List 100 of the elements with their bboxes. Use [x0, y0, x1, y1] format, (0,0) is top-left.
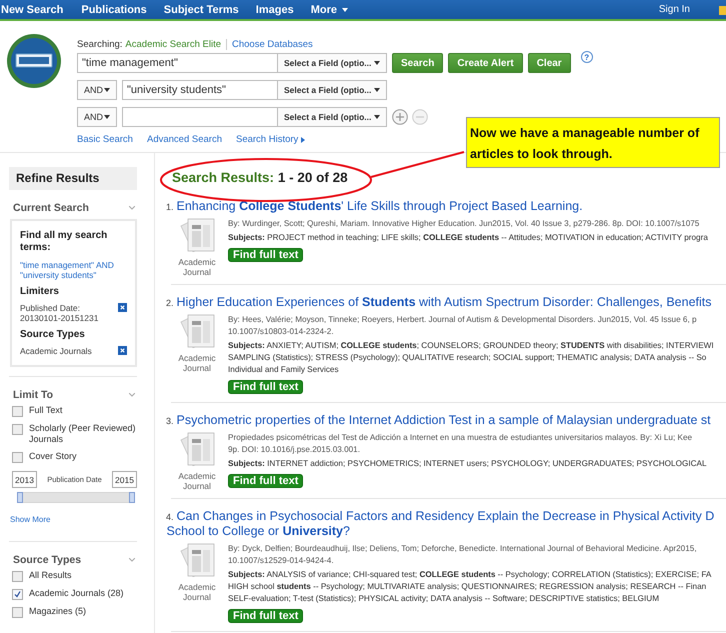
nav-menu[interactable]: More: [310, 4, 348, 16]
nav-link[interactable]: New Search: [1, 4, 64, 16]
caret-icon: [342, 8, 348, 12]
checkbox-label: Academic Journals (28): [29, 588, 124, 599]
search-mode-link[interactable]: Basic Search: [77, 134, 133, 145]
publication-type: Academic Journal: [177, 471, 217, 491]
publication-type: Academic Journal: [177, 582, 217, 602]
checkbox-label: Scholarly (Peer Reviewed) Journals: [29, 423, 137, 445]
results-count: 1 - 20 of 28: [278, 170, 348, 185]
result-number: 3.: [166, 416, 174, 426]
result-title-link[interactable]: Higher Education Experiences of Students with Autism Spectrum Disorder: Challenges, Benefits: [176, 295, 712, 310]
subjects-text: SELF-evaluation; T-test (Statistics); PHYSICAL activity; DATA analysis -- Software; DESCRIPTIVE statistics; BELGIUM: [228, 593, 660, 605]
document-icon: [179, 314, 215, 348]
subjects-text: Subjects: ANALYSIS of variance; CHI-squared test; COLLEGE students -- Psychology; CORRELATION (Statistics); EXERCISE; FA: [228, 569, 712, 581]
find-full-text-button[interactable]: Find full text: [228, 474, 304, 488]
search-mode-link[interactable]: Search History: [236, 134, 306, 145]
callout-note: Now we have a manageable number of articles to look through.: [466, 117, 720, 168]
search-button[interactable]: Clear: [528, 53, 571, 73]
searching-label: Searching:: [77, 38, 122, 50]
result-number: 2.: [166, 298, 174, 308]
find-full-text-button[interactable]: Find full text: [228, 380, 304, 394]
subjects-text: Individual and Family Services: [228, 364, 340, 376]
publication-type: Academic Journal: [177, 353, 217, 373]
refine-results-title: Refine Results: [9, 167, 137, 190]
search-mode-link[interactable]: Advanced Search: [146, 134, 222, 145]
subjects-text: SAMPLING (Statistics); STRESS (Psychology); QUALITATIVE research; SOCIAL support; THEMATIC analysis; DATA analysis -- So: [228, 352, 708, 364]
sign-in-link[interactable]: Sign In: [658, 4, 690, 15]
terms-label: Find all my search terms:: [20, 230, 108, 254]
document-icon: [179, 543, 215, 577]
checkbox[interactable]: [12, 589, 23, 600]
citation-text: By: Dyck, Delfien; Bourdeaudhuij, Ilse; Deliens, Tom; Deforche, Benedicte. International Journal of Behavioral Medicine. Apr2015,: [228, 543, 698, 555]
citation-text: 10.1007/s12529-014-9424-4.: [228, 555, 335, 567]
checkbox-label: Magazines (5): [29, 606, 86, 617]
result-title-link[interactable]: Psychometric properties of the Internet Addiction Test in a sample of Malaysian undergraduate st: [176, 413, 711, 428]
find-full-text-button[interactable]: Find full text: [228, 248, 304, 262]
search-field[interactable]: [122, 107, 277, 127]
nav-link[interactable]: Images: [256, 4, 294, 16]
result-title-link[interactable]: Enhancing College Students' Life Skills through Project Based Learning.: [176, 199, 583, 214]
date-to-field[interactable]: 2015: [112, 471, 137, 488]
database-name: Academic Search Elite: [125, 38, 221, 50]
query-link[interactable]: "time management" AND "university students": [20, 260, 127, 280]
checkbox-label: Full Text: [29, 405, 62, 416]
citation-text: 9p. DOI: 10.1016/j.pse.2015.03.001.: [228, 444, 362, 456]
caret-icon: [104, 115, 110, 119]
result-title-link[interactable]: School to College or University?: [166, 524, 714, 539]
citation-text: 10.1007/s10803-014-2324-2.: [228, 326, 335, 338]
subjects-text: Subjects: ANXIETY; AUTISM; COLLEGE students; COUNSELORS; GROUNDED theory; STUDENTS with disabilities; INTERVIEWI: [228, 340, 714, 352]
citation-text: By: Wurdinger, Scott; Qureshi, Mariam. Innovative Higher Education. Jun2015, Vol. 40 Issue 3, p279-286. 8p. DOI: 10.1007/s1075: [228, 218, 700, 230]
remove-icon[interactable]: [118, 346, 127, 355]
operator-dropdown[interactable]: AND: [77, 80, 117, 100]
checkbox[interactable]: [12, 607, 23, 618]
search-button[interactable]: Create Alert: [448, 53, 523, 73]
field-select[interactable]: Select a Field (optio...: [277, 53, 387, 73]
section-heading: Current Search: [13, 202, 89, 214]
field-select[interactable]: Select a Field (optio...: [277, 107, 387, 127]
chevron-icon[interactable]: [129, 558, 135, 562]
folder-icon[interactable]: [719, 4, 726, 14]
caret-icon: [104, 88, 110, 92]
result-number: 4.: [166, 512, 174, 522]
operator-dropdown[interactable]: AND: [77, 107, 117, 127]
result-title-link[interactable]: Can Changes in Psychosocial Factors and Residency Explain the Decrease in Physical Activity D: [176, 509, 714, 524]
nav-link[interactable]: Subject Terms: [164, 4, 239, 16]
remove-icon[interactable]: [118, 303, 127, 312]
limiter-text: Published Date: 20130101-20151231: [20, 303, 100, 323]
checkbox-label: All Results: [29, 570, 72, 581]
checkbox[interactable]: [12, 452, 23, 463]
date-from-field[interactable]: 2013: [12, 471, 37, 488]
nav-link[interactable]: Publications: [81, 4, 147, 16]
help-button[interactable]: ?: [580, 51, 593, 63]
caret-icon: [374, 115, 380, 119]
subjects-text: Subjects: INTERNET addiction; PSYCHOMETRICS; INTERNET users; PSYCHOLOGY; UNDERGRADUATES; PSYCHOLOGICAL: [228, 458, 707, 470]
caret-icon: [374, 88, 380, 92]
field-select[interactable]: Select a Field (optio...: [277, 80, 387, 100]
add-row-icon[interactable]: [392, 109, 408, 125]
slider-handle[interactable]: [17, 492, 23, 503]
chevron-icon[interactable]: [129, 206, 135, 210]
find-full-text-button[interactable]: Find full text: [228, 609, 304, 623]
subjects-text: Subjects: PROJECT method in teaching; LIFE skills; COLLEGE students -- Attitudes; MOTIVATION in education; ACTIVITY progra: [228, 232, 708, 244]
slider-handle[interactable]: [129, 492, 135, 503]
checkbox[interactable]: [12, 571, 23, 582]
arrow-icon: [301, 136, 306, 142]
date-range-slider[interactable]: [17, 492, 135, 503]
results-heading: Search Results:: [172, 170, 274, 185]
choose-databases-link[interactable]: Choose Databases: [232, 38, 313, 50]
document-icon: [179, 218, 215, 252]
citation-text: By: Hees, Valérie; Moyson, Tinneke; Roeyers, Herbert. Journal of Autism & Developmental Disorders. Jun2015, Vol. 45 Issue 6, p: [228, 314, 698, 326]
search-button[interactable]: Search: [392, 53, 444, 73]
publication-type: Academic Journal: [177, 257, 217, 277]
source-types-heading: Source Types: [20, 329, 86, 340]
checkbox-label: Cover Story: [29, 451, 77, 462]
citation-text: Propiedades psicométricas del Test de Adicción a Internet en una muestra de estudiantes universitarios malayos. By: Xi Lu; Kee: [228, 432, 694, 444]
chevron-icon[interactable]: [129, 393, 135, 397]
logo-icon: [6, 32, 62, 90]
show-more-link[interactable]: Show More: [10, 515, 137, 532]
search-field[interactable]: "university students": [122, 80, 277, 100]
subjects-text: HIGH school students -- Psychology; MULTIVARIATE analysis; QUESTIONNAIRES; REGRESSION analysis; RESEARCH -- Finan: [228, 581, 708, 593]
checkbox[interactable]: [12, 424, 23, 435]
checkbox[interactable]: [12, 406, 23, 417]
search-field[interactable]: "time management": [77, 53, 277, 73]
document-icon: [179, 432, 215, 466]
